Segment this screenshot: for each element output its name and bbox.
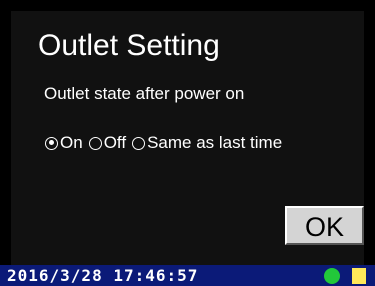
radio-off-icon[interactable] bbox=[88, 136, 102, 150]
outlet-state-label: Outlet state after power on bbox=[44, 84, 245, 103]
option-same-as-last-time[interactable]: Same as last time bbox=[132, 133, 282, 153]
status-indicator-icon bbox=[352, 268, 366, 284]
radio-same-as-last-time-icon[interactable] bbox=[132, 136, 146, 150]
option-off-label: Off bbox=[103, 133, 127, 152]
power-on-state-radio-group: On Off Same as last time bbox=[45, 132, 282, 154]
device-display: Outlet Setting Outlet state after power … bbox=[0, 0, 375, 286]
radio-on-icon[interactable] bbox=[45, 136, 58, 150]
status-led-icon bbox=[324, 268, 340, 284]
option-same-as-last-time-label: Same as last time bbox=[147, 133, 283, 152]
datetime-display: 2016/3/28 17:46:57 bbox=[7, 266, 199, 285]
page-title: Outlet Setting bbox=[38, 29, 220, 62]
option-on[interactable]: On bbox=[45, 133, 83, 153]
ok-button[interactable]: OK bbox=[285, 206, 364, 245]
outlet-setting-screen: Outlet Setting Outlet state after power … bbox=[11, 11, 364, 265]
status-bar: 2016/3/28 17:46:57 bbox=[0, 265, 375, 286]
option-off[interactable]: Off bbox=[88, 133, 127, 153]
option-on-label: On bbox=[60, 133, 83, 152]
